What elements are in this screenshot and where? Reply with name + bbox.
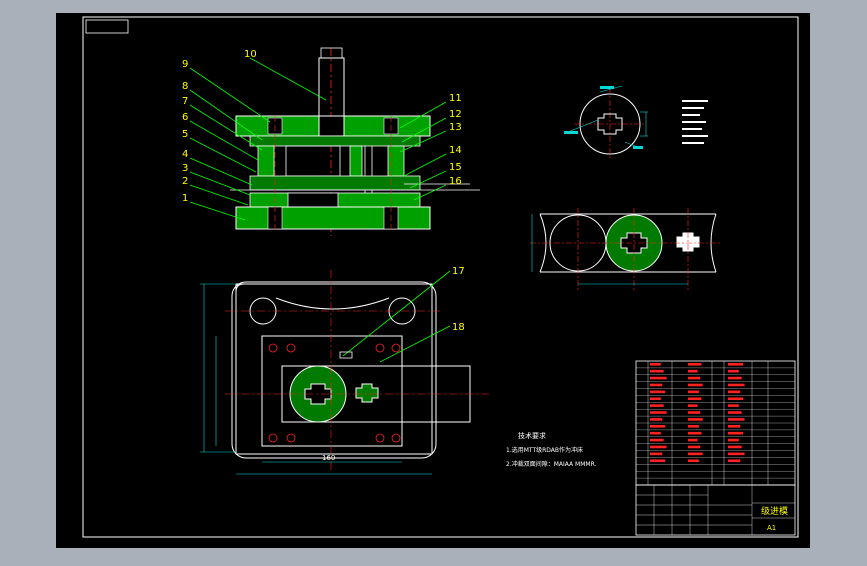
tech-req-heading: 技术要求 (518, 431, 546, 440)
table-cell-mark (650, 459, 666, 463)
part-label-2: 2 (182, 176, 188, 187)
part-label-4: 4 (182, 149, 188, 160)
part-label-6: 6 (182, 112, 188, 123)
table-cell-mark (688, 397, 702, 401)
table-cell-mark (650, 390, 666, 394)
drawing-sheet (56, 13, 810, 548)
tech-req-item-2: 2.冲裁双面间隙：MAIAA MMMR. (506, 460, 597, 468)
part-label-7: 7 (182, 96, 188, 107)
table-cell-mark (688, 363, 702, 366)
table-cell-mark (650, 363, 661, 366)
table-cell-mark (728, 404, 739, 407)
table-cell-mark (650, 438, 664, 442)
table-cell-mark (728, 438, 739, 442)
table-cell-mark (728, 363, 744, 366)
table-cell-mark (728, 376, 742, 380)
table-cell-mark (728, 369, 739, 373)
dimension-160: 160 (322, 454, 335, 462)
table-cell-mark (650, 418, 663, 421)
part-label-8: 8 (182, 81, 188, 92)
table-cell-mark (688, 438, 698, 442)
part-label-10: 10 (244, 49, 257, 60)
drawing-name: 级进模 (761, 505, 788, 517)
sheet-size: A1 (767, 524, 776, 532)
table-cell-mark (650, 431, 661, 435)
table-cell-mark (728, 397, 744, 401)
table-cell-mark (650, 452, 663, 456)
part-label-1: 1 (182, 193, 188, 204)
part-label-15: 15 (449, 162, 462, 173)
part-label-16: 16 (449, 176, 462, 187)
table-cell-mark (650, 411, 667, 414)
table-cell-mark (650, 404, 664, 407)
table-cell-mark (650, 397, 661, 401)
part-label-14: 14 (449, 145, 462, 156)
table-cell-mark (728, 390, 741, 394)
cad-viewport[interactable]: 9 8 7 6 5 4 3 2 1 10 11 12 13 14 15 16 1… (0, 0, 867, 562)
part-label-9: 9 (182, 59, 188, 70)
part-label-11: 11 (449, 93, 462, 104)
table-cell-mark (650, 425, 666, 428)
table-cell-mark (688, 411, 701, 414)
table-cell-mark (650, 369, 664, 373)
table-cell-mark (688, 369, 698, 373)
part-label-18: 18 (452, 322, 465, 333)
table-cell-mark (688, 404, 698, 407)
table-cell-mark (728, 459, 741, 463)
table-cell-mark (650, 383, 663, 387)
part-label-5: 5 (182, 129, 188, 140)
table-cell-mark (688, 383, 703, 387)
table-cell-mark (688, 390, 699, 394)
table-cell-mark (728, 418, 745, 421)
table-cell-mark (728, 445, 742, 449)
table-cell-mark (728, 411, 742, 414)
part-label-12: 12 (449, 109, 462, 120)
table-cell-mark (728, 425, 741, 428)
table-cell-mark (688, 452, 703, 456)
table-cell-mark (688, 418, 703, 421)
table-cell-mark (688, 431, 702, 435)
drawing-canvas: 9 8 7 6 5 4 3 2 1 10 11 12 13 14 15 16 1… (56, 13, 810, 548)
tech-req-item-1: 1.选用MTT级RDAB作为冲床 (506, 446, 583, 454)
part-label-3: 3 (182, 163, 188, 174)
part-label-13: 13 (449, 122, 462, 133)
table-cell-mark (650, 445, 667, 449)
table-cell-mark (728, 452, 745, 456)
part-label-17: 17 (452, 266, 465, 277)
table-cell-mark (650, 376, 667, 380)
table-cell-mark (688, 445, 701, 449)
table-cell-mark (728, 431, 744, 435)
table-cell-mark (688, 376, 701, 380)
table-cell-mark (728, 383, 745, 387)
table-cell-mark (688, 425, 699, 428)
table-cell-mark (688, 459, 699, 463)
